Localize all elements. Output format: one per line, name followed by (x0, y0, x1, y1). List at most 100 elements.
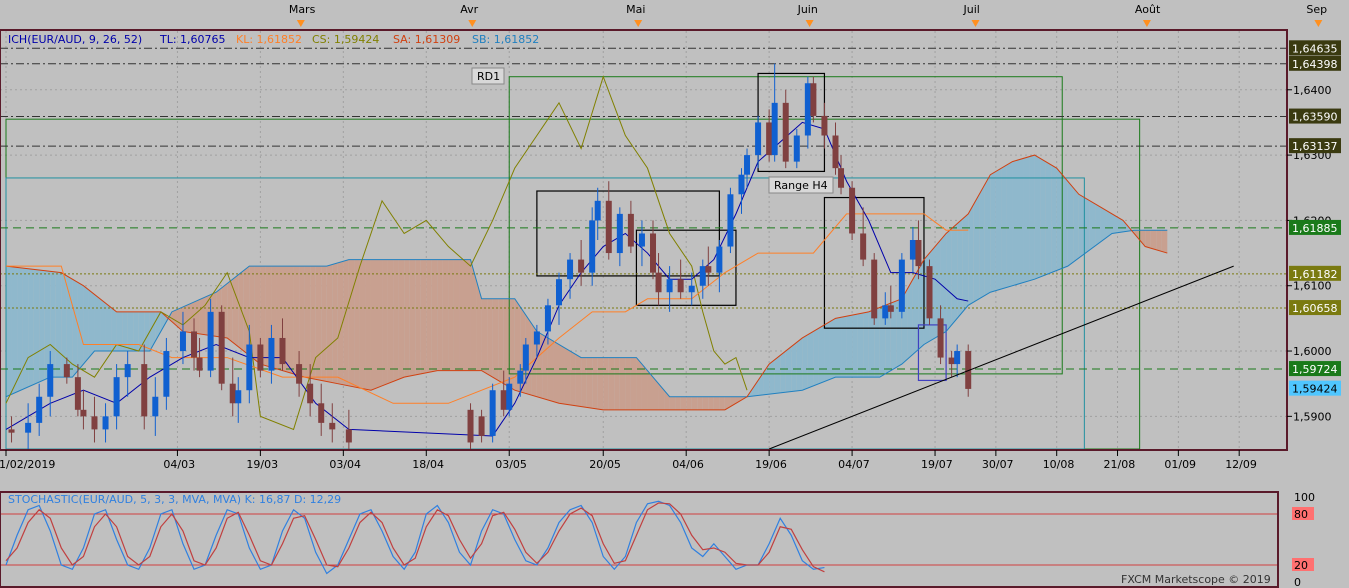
candle-body (699, 266, 706, 286)
candle-body (738, 174, 745, 195)
cloud-segment (946, 228, 952, 332)
cloud-segment (370, 259, 377, 391)
candle-body (113, 377, 120, 417)
candle-body (567, 259, 574, 280)
cloud-segment (813, 328, 819, 386)
annotation-rd1[interactable]: RD1 (471, 67, 505, 85)
cloud-segment (912, 269, 919, 355)
cloud-segment (680, 396, 687, 410)
legend-sa: SA: 1,61309 (393, 33, 460, 46)
date-label: 04/06 (672, 458, 704, 471)
cloud-segment (227, 279, 233, 343)
cloud-segment (1040, 158, 1046, 278)
cloud-segment (824, 321, 830, 382)
candle-body (655, 272, 662, 293)
candle-body (296, 364, 303, 384)
candle-body (279, 337, 286, 365)
cloud-segment (348, 259, 355, 387)
cloud-segment (55, 272, 62, 378)
cloud-segment (630, 357, 637, 410)
candle-body (25, 422, 32, 433)
cloud-segment (343, 259, 349, 386)
cloud-segment (984, 174, 991, 296)
candle-body (909, 240, 916, 260)
legend-sb: SB: 1,61852 (472, 33, 539, 46)
cloud-segment (586, 357, 593, 409)
month-label: Août (1135, 3, 1161, 16)
cloud-segment (719, 396, 725, 410)
price-tag-label: 1,64635 (1292, 42, 1338, 55)
cloud-segment (404, 259, 410, 378)
candle-body (329, 422, 336, 430)
date-label: 10/08 (1043, 458, 1075, 471)
cloud-segment (453, 259, 460, 371)
candle-body (74, 377, 81, 410)
date-label: 04/07 (838, 458, 870, 471)
cloud-segment (72, 279, 78, 378)
cloud-segment (769, 359, 775, 395)
candle-body (782, 102, 789, 162)
candle-body (522, 344, 529, 371)
cloud-segment (1073, 187, 1079, 263)
cloud-segment (592, 357, 598, 409)
candle-body (124, 364, 131, 378)
month-label: Juin (797, 3, 818, 16)
date-label: 19/07 (921, 458, 953, 471)
cloud-segment (1161, 230, 1168, 254)
cloud-segment (686, 396, 692, 410)
candle-body (141, 364, 148, 417)
annotation-range-h4[interactable]: Range H4 (768, 176, 834, 194)
legend-title: ICH(EUR/AUD, 9, 26, 52) (8, 33, 142, 46)
candle-body (650, 233, 657, 273)
candle-body (716, 246, 723, 273)
price-tag-label: 1,63590 (1292, 111, 1338, 124)
cloud-segment (409, 259, 416, 377)
stoch-tick-label: 80 (1294, 508, 1308, 521)
cloud-segment (675, 396, 681, 410)
candle-body (91, 416, 98, 430)
cloud-segment (553, 341, 559, 404)
legend-kl: KL: 1,61852 (236, 33, 302, 46)
cloud-segment (100, 298, 106, 352)
candle-body (589, 220, 596, 273)
cloud-segment (1156, 230, 1162, 252)
candle-body (705, 266, 712, 273)
cloud-segment (636, 357, 642, 410)
cloud-segment (542, 334, 548, 401)
cloud-segment (310, 266, 316, 380)
month-label: Sep (1306, 3, 1327, 16)
cloud-segment (39, 270, 45, 383)
candle-body (954, 351, 961, 365)
month-label: Juil (963, 3, 980, 16)
candle-body (727, 194, 734, 247)
price-label: 1,5900 (1293, 410, 1332, 423)
cloud-segment (332, 262, 338, 384)
candle-body (766, 122, 773, 156)
cloud-segment (321, 266, 327, 382)
price-tag-label: 1,59424 (1292, 383, 1338, 396)
cloud-segment (968, 204, 974, 306)
candle-body (898, 259, 905, 312)
cloud-segment (503, 298, 510, 387)
candle-body (948, 357, 955, 365)
cloud-segment (194, 299, 200, 334)
date-label: 19/06 (755, 458, 787, 471)
cloud-segment (88, 290, 95, 358)
cloud-segment (44, 270, 51, 380)
cloud-segment (918, 259, 924, 350)
date-label: 03/04 (329, 458, 361, 471)
candle-body (246, 344, 253, 391)
cloud-segment (802, 334, 808, 391)
cloud-segment (415, 259, 421, 375)
cloud-segment (133, 311, 139, 352)
cloud-segment (608, 357, 615, 410)
cloud-segment (863, 311, 869, 378)
candle-body (594, 200, 601, 221)
cloud-segment (1006, 161, 1013, 288)
candle-body (229, 383, 236, 404)
candle-body (196, 357, 203, 371)
cloud-segment (907, 279, 913, 360)
cloud-segment (868, 309, 875, 378)
cloud-segment (691, 396, 698, 410)
cloud-segment (1100, 207, 1107, 242)
